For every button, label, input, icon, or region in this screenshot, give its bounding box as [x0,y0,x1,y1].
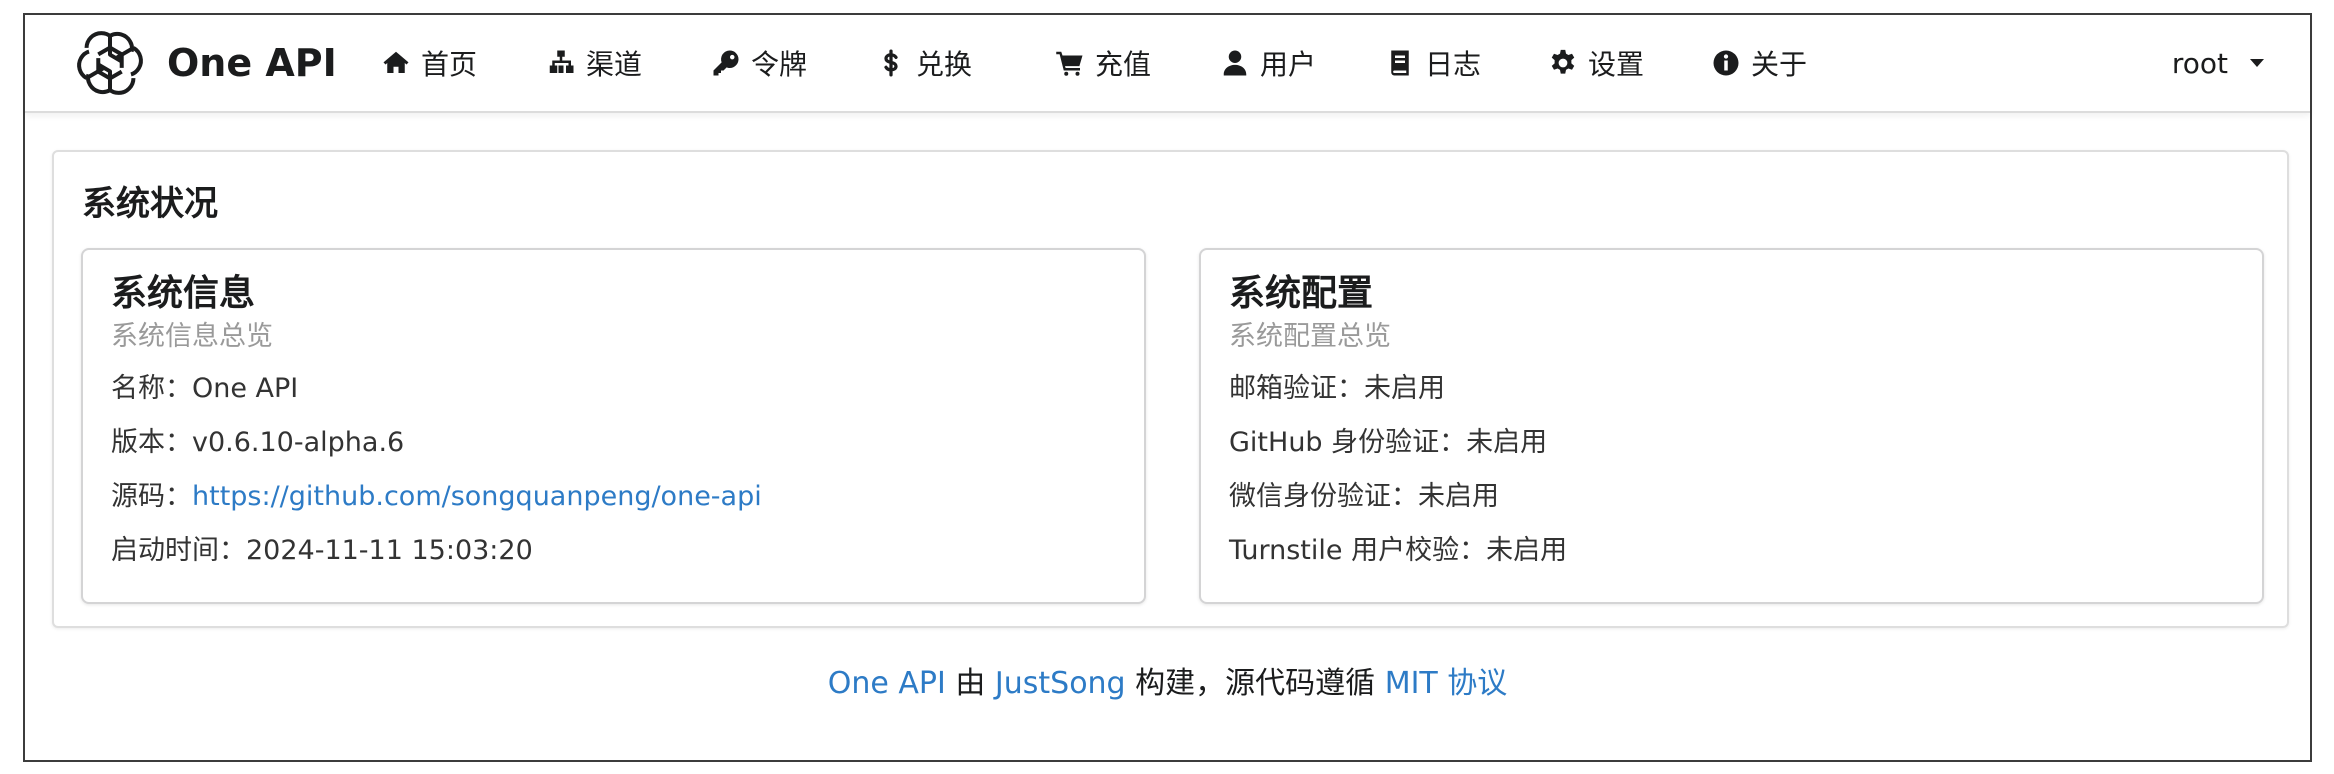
footer-built: 构建，源代码遵循 [1125,666,1385,701]
info-name-label: 名称： [111,373,192,404]
user-icon [1223,50,1247,76]
info-name-value: One API [192,373,299,404]
info-version-label: 版本： [111,427,192,458]
nav-item-settings[interactable]: 设置 [1548,35,1644,91]
nav-item-topup[interactable]: 充值 [1055,35,1151,91]
config-github-value: 未启用 [1466,427,1548,458]
info-start-value: 2024-11-11 15:03:20 [246,535,533,566]
card-meta: 系统配置总览 [1229,321,1391,352]
card-header: 系统信息 [111,273,256,314]
brand-title[interactable]: One API [167,35,337,91]
info-source-row: 源码：https://github.com/songquanpeng/one-a… [111,478,762,516]
config-email-label: 邮箱验证： [1229,373,1364,404]
caret-down-icon [2250,59,2264,67]
nav-item-redeem[interactable]: 兑换 [876,35,972,91]
nav-item-home[interactable]: 首页 [381,35,477,91]
config-github-row: GitHub 身份验证：未启用 [1229,424,1547,462]
source-link[interactable]: https://github.com/songquanpeng/one-api [192,481,762,512]
nav-label-token: 令牌 [751,48,808,81]
config-wechat-label: 微信身份验证： [1229,481,1418,512]
system-config-card: 系统配置 系统配置总览 邮箱验证：未启用 GitHub 身份验证：未启用 微信身… [1199,248,2264,604]
key-icon [713,50,739,76]
config-turnstile-label: Turnstile 用户校验： [1229,535,1487,566]
nav-item-token[interactable]: 令牌 [711,35,807,91]
info-name-row: 名称：One API [111,370,298,408]
config-wechat-row: 微信身份验证：未启用 [1229,478,1499,516]
footer: One API 由 JustSong 构建，源代码遵循 MIT 协议 [25,663,2310,705]
footer-author-link[interactable]: JustSong [995,666,1126,701]
nav-label-about: 关于 [1751,48,1808,81]
config-turnstile-row: Turnstile 用户校验：未启用 [1229,532,1567,570]
gear-icon [1551,49,1575,74]
sitemap-icon [549,50,574,73]
nav-item-user[interactable]: 用户 [1220,35,1316,91]
nav-label-settings: 设置 [1588,48,1645,81]
cart-icon [1056,51,1083,76]
top-menu: One API 首页 渠道 令牌 兑换 充值 用户 日志 设置 关于 root [25,15,2310,113]
nav-label-home: 首页 [421,48,478,81]
username: root [2171,46,2228,80]
nav-label-redeem: 兑换 [916,48,973,81]
card-header: 系统配置 [1229,273,1374,314]
home-icon [383,51,409,73]
page-title: 系统状况 [82,184,218,224]
info-start-row: 启动时间：2024-11-11 15:03:20 [111,532,533,570]
app-window: One API 首页 渠道 令牌 兑换 充值 用户 日志 设置 关于 root … [23,13,2312,762]
config-wechat-value: 未启用 [1418,481,1499,512]
nav-item-about[interactable]: 关于 [1711,35,1807,91]
nav-label-user: 用户 [1260,48,1317,81]
footer-by: 由 [945,666,995,701]
footer-license-link[interactable]: MIT 协议 [1385,666,1508,701]
dollar-icon [884,49,898,77]
nav-label-channel: 渠道 [586,48,643,81]
nav-label-log: 日志 [1425,48,1482,81]
config-turnstile-value: 未启用 [1486,535,1568,566]
info-icon [1713,50,1739,76]
config-email-row: 邮箱验证：未启用 [1229,370,1445,408]
info-version-value: v0.6.10-alpha.6 [192,427,405,458]
footer-project-link[interactable]: One API [828,666,946,701]
system-info-card: 系统信息 系统信息总览 名称：One API 版本：v0.6.10-alpha.… [81,248,1146,604]
openai-logo-icon[interactable] [73,25,147,101]
logo-svg [77,31,143,95]
config-github-label: GitHub 身份验证： [1229,427,1467,458]
config-email-value: 未启用 [1364,373,1445,404]
user-dropdown[interactable]: root [2172,35,2266,91]
info-source-label: 源码： [111,481,192,512]
card-meta: 系统信息总览 [111,321,273,352]
nav-label-topup: 充值 [1095,48,1152,81]
system-status-segment: 系统状况 系统信息 系统信息总览 名称：One API 版本：v0.6.10-a… [52,150,2289,628]
nav-item-channel[interactable]: 渠道 [546,35,642,91]
nav-item-log[interactable]: 日志 [1385,35,1481,91]
info-version-row: 版本：v0.6.10-alpha.6 [111,424,404,462]
book-icon [1391,50,1409,76]
info-start-label: 启动时间： [111,535,246,566]
